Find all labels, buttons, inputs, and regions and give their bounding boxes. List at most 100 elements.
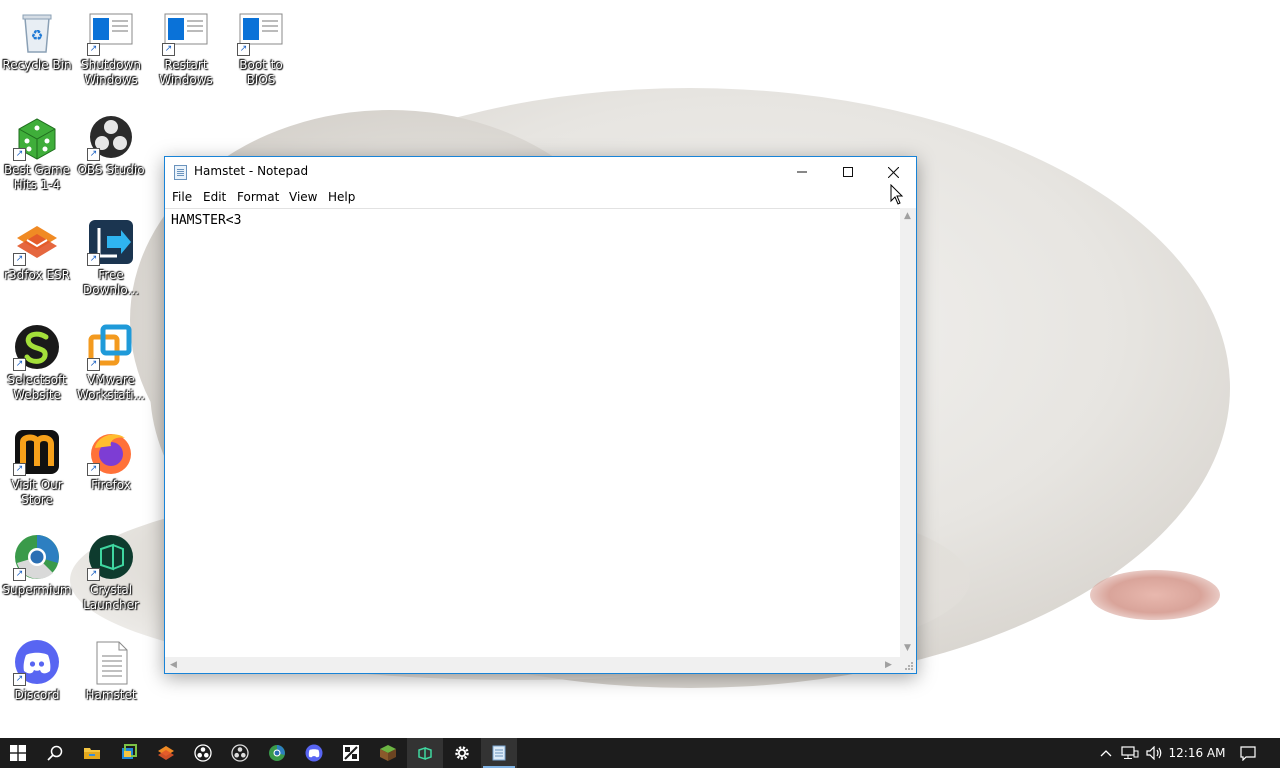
taskbar: 12:16 AM: [0, 738, 1280, 768]
shutdown-windows-icon: ↗: [87, 8, 135, 56]
shortcut-arrow-icon: ↗: [162, 43, 175, 56]
tray-show-hidden-icons[interactable]: [1096, 738, 1116, 768]
desktop-icon-obs-studio[interactable]: ↗ OBS Studio: [74, 105, 148, 205]
shortcut-arrow-icon: ↗: [13, 463, 26, 476]
taskbar-obs-studio[interactable]: [222, 738, 258, 768]
taskbar-crystal-launcher[interactable]: [407, 738, 443, 768]
supermium-icon: ↗: [13, 533, 61, 581]
desktop-icon-label: Crystal Launcher: [83, 583, 139, 612]
download-manager-icon: ↗: [87, 218, 135, 266]
desktop-icon-label: Boot to BIOS: [239, 58, 283, 87]
taskbar-file-explorer[interactable]: [74, 738, 110, 768]
close-button[interactable]: [870, 157, 916, 187]
taskbar-task-manager[interactable]: [111, 738, 147, 768]
resize-grip-icon: [905, 662, 913, 670]
desktop-icon-label: Free Downlo...: [83, 268, 139, 297]
shortcut-arrow-icon: ↗: [13, 148, 26, 161]
desktop-icon-label: r3dfox ESR: [4, 268, 70, 282]
desktop-icon-visit-our-store[interactable]: ↗ Visit Our Store: [0, 420, 74, 520]
minecraft-icon: [380, 745, 396, 761]
taskbar-notepad[interactable]: [481, 738, 517, 768]
start-button[interactable]: [0, 738, 36, 768]
document-text[interactable]: HAMSTER<3: [171, 213, 241, 228]
dice-icon: ↗: [13, 113, 61, 161]
shortcut-arrow-icon: ↗: [87, 148, 100, 161]
title-bar[interactable]: Hamstet - Notepad: [165, 157, 916, 187]
desktop-icon-label: Hamstet: [85, 688, 137, 702]
minimize-button[interactable]: [779, 157, 825, 187]
taskbar-settings[interactable]: [444, 738, 480, 768]
obs-studio-icon: [231, 744, 249, 762]
vertical-scrollbar[interactable]: ▲ ▼: [900, 208, 916, 657]
crystal-launcher-icon: [418, 746, 432, 761]
tray-clock[interactable]: 12:16 AM: [1168, 738, 1226, 768]
network-icon: [1121, 746, 1139, 759]
desktop-icon-label: Supermium: [2, 583, 72, 597]
obs-studio-icon: ↗: [87, 113, 135, 161]
desktop-icon-best-game-hits[interactable]: ↗ Best Game Hits 1-4: [0, 105, 74, 205]
scroll-left-icon[interactable]: ◀: [170, 661, 177, 670]
notepad-icon: [174, 165, 187, 180]
shortcut-arrow-icon: ↗: [13, 673, 26, 686]
taskbar-minecraft[interactable]: [370, 738, 406, 768]
desktop-icon-supermium[interactable]: ↗ Supermium: [0, 525, 74, 625]
desktop-icon-crystal-launcher[interactable]: ↗ Crystal Launcher: [74, 525, 148, 625]
desktop-icon-r3dfox-esr[interactable]: ↗ r3dfox ESR: [0, 210, 74, 310]
desktop-icon-hamstet[interactable]: Hamstet: [74, 630, 148, 730]
desktop-icon-label: Selectsoft Website: [7, 373, 67, 402]
boot-to-bios-icon: ↗: [237, 8, 285, 56]
horizontal-scrollbar[interactable]: ◀ ▶: [165, 657, 900, 673]
desktop-icon-discord[interactable]: ↗ Discord: [0, 630, 74, 730]
taskbar-search[interactable]: [37, 738, 73, 768]
desktop-icon-firefox[interactable]: ↗ Firefox: [74, 420, 148, 520]
svg-text:♻: ♻: [31, 28, 44, 44]
taskbar-obs[interactable]: [185, 738, 221, 768]
obs-icon: [194, 744, 212, 762]
menu-view[interactable]: View: [289, 190, 317, 204]
desktop-icon-selectsoft-website[interactable]: ↗ Selectsoft Website: [0, 315, 74, 415]
tray-volume[interactable]: [1143, 738, 1167, 768]
menu-help[interactable]: Help: [328, 190, 355, 204]
maximize-button[interactable]: [825, 157, 871, 187]
desktop-icon-boot-to-bios[interactable]: ↗ Boot to BIOS: [224, 0, 298, 100]
desktop-icon-recycle-bin[interactable]: ♻ Recycle Bin: [0, 0, 74, 100]
tray-action-center[interactable]: [1236, 738, 1260, 768]
desktop-icon-shutdown-windows[interactable]: ↗ Shutdown Windows: [74, 0, 148, 100]
menu-format[interactable]: Format: [237, 190, 279, 204]
minimize-icon: [797, 171, 807, 173]
taskbar-vmware[interactable]: [333, 738, 369, 768]
resize-grip[interactable]: [900, 657, 916, 673]
discord-icon: ↗: [13, 638, 61, 686]
scroll-up-icon[interactable]: ▲: [904, 212, 911, 221]
taskbar-discord[interactable]: [296, 738, 332, 768]
recycle-bin-icon: ♻: [13, 8, 61, 56]
desktop-icon-label: Restart Windows: [159, 58, 213, 87]
desktop-icon-label: Shutdown Windows: [81, 58, 141, 87]
notepad-window[interactable]: Hamstet - Notepad File Edit Format View …: [164, 156, 917, 674]
file-explorer-icon: [84, 748, 100, 759]
taskbar-supermium[interactable]: [259, 738, 295, 768]
scroll-down-icon[interactable]: ▼: [904, 644, 911, 653]
mouse-cursor-icon: [890, 184, 904, 205]
desktop-icon-label: Visit Our Store: [11, 478, 63, 507]
tray-network[interactable]: [1118, 738, 1142, 768]
shortcut-arrow-icon: ↗: [87, 253, 100, 266]
store-icon: ↗: [13, 428, 61, 476]
vmware-icon: ↗: [87, 323, 135, 371]
windows-start-icon: [10, 745, 26, 761]
taskbar-r3dfox[interactable]: [148, 738, 184, 768]
menu-bar: File Edit Format View Help: [165, 187, 916, 207]
firefox-icon: ↗: [87, 428, 135, 476]
desktop-icon-label: Recycle Bin: [2, 58, 72, 72]
menu-file[interactable]: File: [172, 190, 192, 204]
settings-icon: [455, 746, 469, 760]
scroll-right-icon[interactable]: ▶: [885, 661, 892, 670]
desktop-icon-restart-windows[interactable]: ↗ Restart Windows: [149, 0, 223, 100]
notification-icon: [1240, 745, 1256, 761]
shortcut-arrow-icon: ↗: [87, 358, 100, 371]
shortcut-arrow-icon: ↗: [13, 358, 26, 371]
text-editor-area[interactable]: HAMSTER<3: [165, 208, 900, 658]
menu-edit[interactable]: Edit: [203, 190, 226, 204]
desktop-icon-free-download-manager[interactable]: ↗ Free Downlo...: [74, 210, 148, 310]
desktop-icon-vmware-workstation[interactable]: ↗ VMware Workstati...: [74, 315, 148, 415]
